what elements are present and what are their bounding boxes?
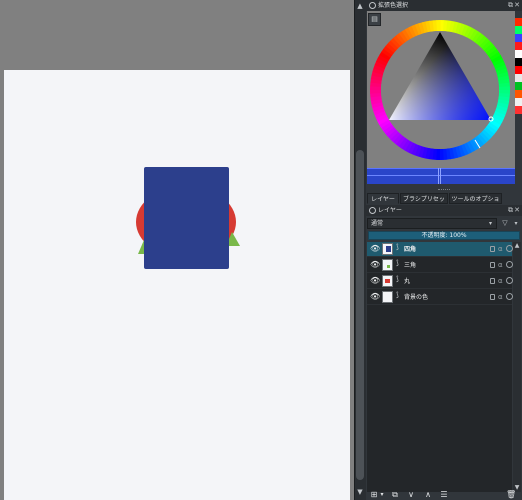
advanced-color-selector: ▤: [366, 11, 522, 191]
color-swatch[interactable]: [515, 58, 522, 66]
layer-row[interactable]: 👁 ⟆ 四角 α: [367, 242, 513, 257]
vector-layer-icon: ⟆: [396, 243, 399, 251]
duplicate-layer-icon[interactable]: ⧉: [390, 490, 400, 500]
inherit-alpha-icon[interactable]: [506, 293, 513, 300]
vector-layer-icon: ⟆: [396, 259, 399, 267]
move-layer-up-icon[interactable]: ∧: [423, 490, 433, 500]
hue-ring-segment[interactable]: [370, 89, 382, 94]
alpha-lock-icon[interactable]: α: [498, 260, 503, 270]
lock-icon[interactable]: [490, 278, 495, 284]
layers-docker-titlebar: レイヤー ⧉ ✕: [366, 205, 522, 216]
color-swatch[interactable]: [515, 50, 522, 58]
tab-brush-presets[interactable]: ブラシプリセット: [400, 193, 448, 214]
layer-thumbnail: [382, 275, 393, 287]
layers-docker-title: レイヤー: [378, 207, 402, 214]
layer-thumbnail: [382, 243, 393, 255]
add-layer-icon[interactable]: ⊞: [369, 490, 379, 500]
tab-tool-options[interactable]: ツールのオプション: [449, 193, 502, 214]
layer-name: 背景の色: [404, 294, 429, 301]
canvas-paper[interactable]: [4, 70, 350, 500]
layer-name: 四角: [404, 246, 417, 253]
chevron-down-icon[interactable]: ▾: [512, 218, 520, 229]
color-swatch[interactable]: [515, 34, 522, 42]
tab-layers[interactable]: レイヤー: [367, 193, 399, 204]
docker-tabs: レイヤー ブラシプリセット ツールのオプション: [366, 193, 522, 214]
vector-layer-icon: ⟆: [396, 275, 399, 283]
close-docker-icon[interactable]: ✕: [514, 206, 520, 215]
color-history-swatches[interactable]: [515, 18, 522, 162]
visibility-eye-icon[interactable]: 👁: [370, 261, 380, 269]
right-dock: 拡張色選択 ⧉ ✕ ▤ レイヤー ブラシプリセッ ツールのオプショ レイヤー ⧉…: [366, 0, 522, 500]
color-swatch[interactable]: [515, 82, 522, 90]
layer-list-scrollbar[interactable]: ▲ ▼: [513, 242, 521, 492]
chevron-down-icon[interactable]: ▾: [489, 219, 492, 228]
float-docker-icon[interactable]: ⧉: [508, 1, 513, 10]
color-swatch[interactable]: [515, 18, 522, 26]
color-docker-titlebar: 拡張色選択 ⧉ ✕: [366, 0, 522, 11]
hue-ring-segment[interactable]: [436, 20, 441, 32]
lock-icon[interactable]: [490, 262, 495, 268]
alpha-lock-icon[interactable]: α: [498, 244, 503, 254]
color-swatch[interactable]: [515, 98, 522, 106]
lock-icon[interactable]: [490, 294, 495, 300]
layer-name: 三角: [404, 262, 417, 269]
opacity-slider[interactable]: 不透明度: 100%: [368, 231, 520, 240]
docker-circle-icon: [369, 207, 376, 214]
blue-square-shape: [144, 167, 229, 269]
layer-list[interactable]: 👁 ⟆ 四角 α 👁 ⟆ 三角 α 👁 ⟆ 丸 α 👁 ⟆ 背景の色 α: [367, 242, 513, 492]
layers-docker: レイヤー ⧉ ✕ 通常 ▾ ▽ ▾ 不透明度: 100% 👁 ⟆ 四角 α 👁 ⟆ 三角 α 👁…: [366, 205, 522, 500]
visibility-eye-icon[interactable]: 👁: [370, 293, 380, 301]
layer-row[interactable]: 👁 ⟆ 背景の色 α: [367, 290, 513, 305]
color-swatch[interactable]: [515, 26, 522, 34]
thumbnail-shape: [386, 246, 391, 252]
alpha-lock-icon[interactable]: α: [498, 276, 503, 286]
filter-icon[interactable]: ▽: [499, 218, 511, 229]
move-layer-down-icon[interactable]: ∨: [406, 490, 416, 500]
lock-icon[interactable]: [490, 246, 495, 252]
color-bar-divider: [438, 168, 441, 184]
blend-mode-row: 通常 ▾ ▽ ▾: [366, 218, 522, 229]
docker-resize-grip[interactable]: [438, 189, 450, 191]
layer-name: 丸: [404, 278, 411, 285]
visibility-eye-icon[interactable]: 👁: [370, 245, 380, 253]
chevron-down-icon[interactable]: ▾: [379, 490, 385, 500]
close-docker-icon[interactable]: ✕: [514, 1, 520, 10]
scroll-up-icon[interactable]: ▲: [356, 2, 364, 10]
color-docker-title: 拡張色選択: [378, 2, 409, 9]
docker-circle-icon: [369, 2, 376, 9]
inherit-alpha-icon[interactable]: [506, 277, 513, 284]
hue-ring-segment[interactable]: [498, 86, 510, 91]
layer-toolbar: ⊞ ▾ ⧉ ∨ ∧ ☰ 🗑: [366, 490, 522, 500]
visibility-eye-icon[interactable]: 👁: [370, 277, 380, 285]
hue-ring-segment[interactable]: [439, 148, 444, 160]
layer-row[interactable]: 👁 ⟆ 丸 α: [367, 274, 513, 289]
color-swatch[interactable]: [515, 90, 522, 98]
alpha-lock-icon[interactable]: α: [498, 292, 503, 302]
scroll-up-icon[interactable]: ▲: [513, 242, 521, 250]
scroll-down-icon[interactable]: ▼: [356, 488, 364, 496]
inherit-alpha-icon[interactable]: [506, 261, 513, 268]
color-swatch[interactable]: [515, 42, 522, 50]
color-swatch[interactable]: [515, 106, 522, 114]
inherit-alpha-icon[interactable]: [506, 245, 513, 252]
color-bar-line: [367, 175, 515, 176]
krita-window: ▲ ▼ 拡張色選択 ⧉ ✕ ▤ レイヤー ブラシプリセッ ツールのオプショ レイ…: [0, 0, 522, 500]
canvas-area[interactable]: [0, 0, 354, 500]
current-color-bar[interactable]: [367, 168, 515, 184]
delete-layer-icon[interactable]: 🗑: [506, 490, 516, 500]
color-swatch[interactable]: [515, 66, 522, 74]
layer-thumbnail: [382, 291, 393, 303]
blend-mode-select[interactable]: 通常: [367, 218, 497, 229]
float-docker-icon[interactable]: ⧉: [508, 206, 513, 215]
canvas-scroll-thumb[interactable]: [356, 150, 364, 480]
vector-layer-icon: ⟆: [396, 291, 399, 299]
thumbnail-shape: [387, 265, 390, 268]
hue-ring-and-triangle[interactable]: [370, 20, 510, 160]
layer-row[interactable]: 👁 ⟆ 三角 α: [367, 258, 513, 273]
layer-properties-icon[interactable]: ☰: [439, 490, 449, 500]
thumbnail-shape: [385, 279, 390, 283]
color-swatch[interactable]: [515, 74, 522, 82]
layer-thumbnail: [382, 259, 393, 271]
